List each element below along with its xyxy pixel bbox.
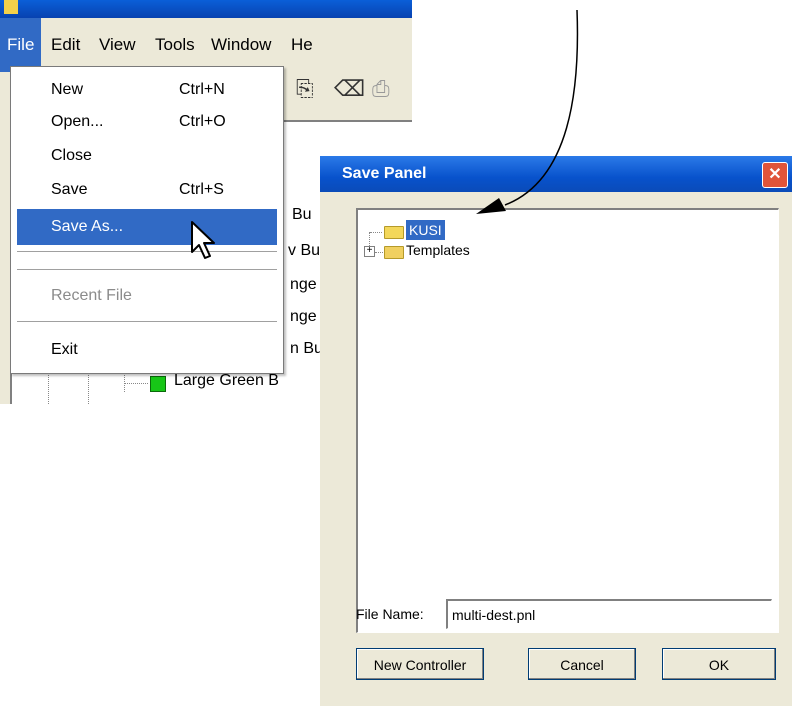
green-square-icon <box>150 376 166 392</box>
file-menu: New Ctrl+N Open... Ctrl+O Close Save Ctr… <box>10 66 284 374</box>
open-folder-icon <box>384 226 404 239</box>
expand-icon[interactable]: + <box>364 246 375 257</box>
tree-item-templates[interactable]: Templates <box>406 240 470 260</box>
print-icon[interactable]: ⎙ <box>372 76 390 102</box>
menu-item-save-as[interactable]: Save As... <box>17 209 277 245</box>
menu-item-label: Save <box>51 181 88 198</box>
tree-connector <box>369 232 370 246</box>
menu-item-shortcut: Ctrl+O <box>179 113 226 130</box>
menu-file[interactable]: File <box>0 18 42 72</box>
tree-item-fragment: n Bu <box>290 340 323 357</box>
menu-item-label: Save As... <box>51 218 124 235</box>
tree-item-large-green[interactable]: Large Green B <box>174 372 279 390</box>
tree-item-fragment: Bu <box>292 206 312 223</box>
new-controller-button[interactable]: New Controller <box>356 648 484 680</box>
menubar: File Edit View Tools Window He <box>0 18 412 72</box>
menu-help[interactable]: He <box>284 18 320 72</box>
tree-item-fragment: nge <box>290 308 317 325</box>
tree-connector <box>370 232 382 233</box>
tree-item-fragment: v Bu <box>288 242 321 259</box>
filename-input[interactable] <box>446 599 772 629</box>
tree-connector <box>124 372 125 392</box>
menu-item-shortcut: Ctrl+N <box>179 81 225 98</box>
menu-edit[interactable]: Edit <box>44 18 87 72</box>
menu-view[interactable]: View <box>92 18 143 72</box>
dialog-title: Save Panel <box>342 165 427 182</box>
tree-connector <box>375 252 383 253</box>
menu-item-recent-file: Recent File <box>17 281 277 311</box>
lock-icon[interactable]: ⌫ <box>334 76 365 102</box>
folder-icon <box>384 246 404 259</box>
tree-connector <box>88 372 89 404</box>
menu-item-label: Close <box>51 147 92 164</box>
save-panel-dialog: Save Panel ✕ KUSI + Templates File Name:… <box>320 156 792 706</box>
app-icon <box>4 0 18 14</box>
menu-item-shortcut: Ctrl+S <box>179 181 224 198</box>
folder-tree[interactable]: KUSI + Templates <box>356 208 779 633</box>
menu-item-label: Recent File <box>51 287 132 304</box>
tree-item-fragment: nge <box>290 276 317 293</box>
menu-item-close[interactable]: Close <box>17 141 277 171</box>
tree-item-kusi[interactable]: KUSI <box>406 220 445 240</box>
dialog-titlebar[interactable]: Save Panel ✕ <box>320 156 792 192</box>
menu-window[interactable]: Window <box>204 18 278 72</box>
menu-item-new[interactable]: New Ctrl+N <box>17 75 277 105</box>
cancel-button[interactable]: Cancel <box>528 648 636 680</box>
menu-item-open[interactable]: Open... Ctrl+O <box>17 107 277 137</box>
menu-item-label: Open... <box>51 113 104 130</box>
mouse-cursor-icon <box>191 221 215 259</box>
tree-connector <box>48 372 49 404</box>
close-icon[interactable]: ✕ <box>762 162 788 188</box>
menu-tools[interactable]: Tools <box>148 18 202 72</box>
app-titlebar <box>0 0 412 18</box>
menu-item-label: New <box>51 81 84 98</box>
copy-icon[interactable]: ⎘ <box>296 76 314 102</box>
filename-label: File Name: <box>356 606 424 622</box>
ok-button[interactable]: OK <box>662 648 776 680</box>
menu-separator <box>17 321 277 322</box>
tree-connector <box>124 383 148 384</box>
menu-separator <box>17 269 277 270</box>
menu-item-exit[interactable]: Exit <box>17 335 277 365</box>
menu-item-save[interactable]: Save Ctrl+S <box>17 175 277 205</box>
menu-item-label: Exit <box>51 341 78 358</box>
menu-separator <box>17 251 277 252</box>
